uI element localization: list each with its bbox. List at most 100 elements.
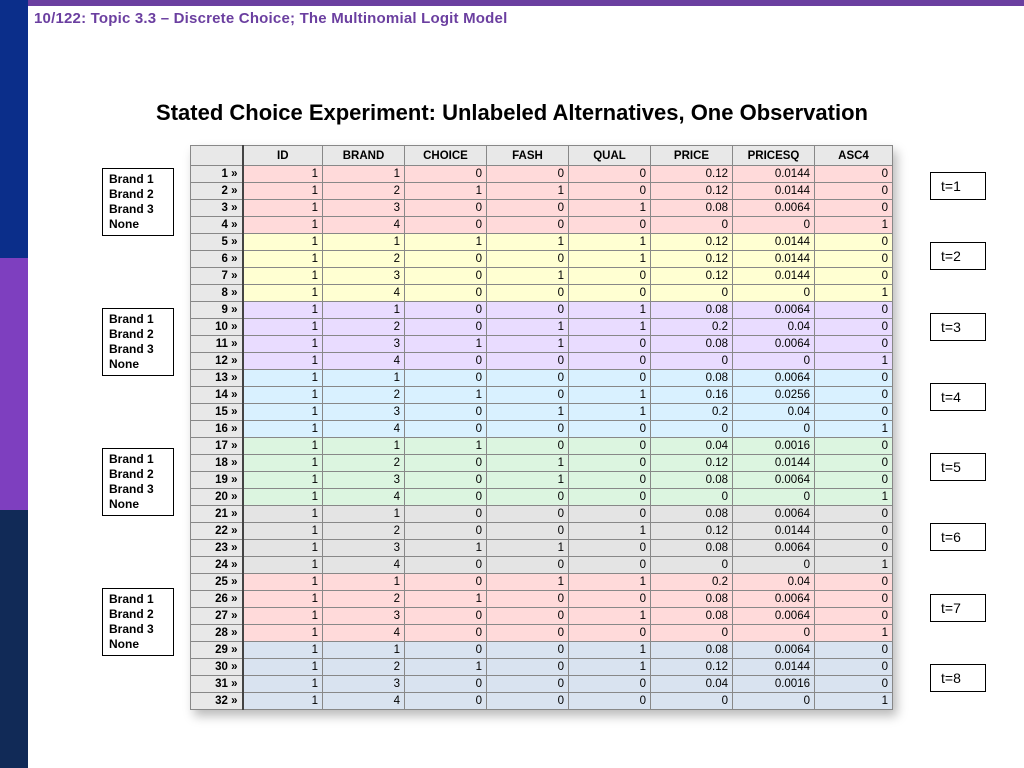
- cell-brand: 1: [323, 506, 405, 523]
- row-header: 30 »: [191, 659, 243, 676]
- cell-price: 0.08: [651, 591, 733, 608]
- table-row: 15 »130110.20.040: [191, 404, 893, 421]
- cell-qual: 1: [569, 642, 651, 659]
- cell-fash: 1: [487, 268, 569, 285]
- col-fash: FASH: [487, 146, 569, 166]
- cell-qual: 0: [569, 455, 651, 472]
- cell-fash: 0: [487, 251, 569, 268]
- table-row: 14 »121010.160.02560: [191, 387, 893, 404]
- table-row: 18 »120100.120.01440: [191, 455, 893, 472]
- cell-choice: 0: [405, 302, 487, 319]
- cell-price: 0.08: [651, 642, 733, 659]
- cell-price: 0: [651, 353, 733, 370]
- cell-price: 0.2: [651, 574, 733, 591]
- cell-asc4: 1: [815, 557, 893, 574]
- cell-id: 1: [243, 455, 323, 472]
- row-header: 25 »: [191, 574, 243, 591]
- cell-fash: 0: [487, 302, 569, 319]
- cell-qual: 0: [569, 183, 651, 200]
- table-row: 7 »130100.120.01440: [191, 268, 893, 285]
- cell-brand: 2: [323, 659, 405, 676]
- cell-choice: 0: [405, 557, 487, 574]
- table-row: 11 »131100.080.00640: [191, 336, 893, 353]
- cell-asc4: 0: [815, 319, 893, 336]
- cell-id: 1: [243, 523, 323, 540]
- col-qual: QUAL: [569, 146, 651, 166]
- cell-qual: 0: [569, 676, 651, 693]
- cell-asc4: 1: [815, 421, 893, 438]
- row-header: 20 »: [191, 489, 243, 506]
- cell-choice: 0: [405, 166, 487, 183]
- cell-fash: 1: [487, 574, 569, 591]
- table-row: 8 »14000001: [191, 285, 893, 302]
- cell-brand: 1: [323, 234, 405, 251]
- brand-label: None: [109, 357, 167, 372]
- table-row: 19 »130100.080.00640: [191, 472, 893, 489]
- cell-asc4: 0: [815, 234, 893, 251]
- cell-price: 0.04: [651, 438, 733, 455]
- cell-pricesq: 0: [733, 625, 815, 642]
- cell-price: 0.12: [651, 268, 733, 285]
- cell-pricesq: 0.0144: [733, 523, 815, 540]
- brand-label: Brand 3: [109, 202, 167, 217]
- cell-pricesq: 0: [733, 217, 815, 234]
- cell-asc4: 1: [815, 625, 893, 642]
- cell-asc4: 0: [815, 251, 893, 268]
- row-header: 9 »: [191, 302, 243, 319]
- cell-asc4: 0: [815, 472, 893, 489]
- cell-pricesq: 0.0064: [733, 336, 815, 353]
- cell-id: 1: [243, 251, 323, 268]
- cell-pricesq: 0.0144: [733, 251, 815, 268]
- cell-id: 1: [243, 557, 323, 574]
- table-header-row: ID BRAND CHOICE FASH QUAL PRICE PRICESQ …: [191, 146, 893, 166]
- cell-pricesq: 0.0064: [733, 608, 815, 625]
- cell-choice: 0: [405, 319, 487, 336]
- table-row: 1 »110000.120.01440: [191, 166, 893, 183]
- cell-choice: 1: [405, 336, 487, 353]
- cell-fash: 0: [487, 421, 569, 438]
- brand-label: None: [109, 637, 167, 652]
- row-header: 24 »: [191, 557, 243, 574]
- cell-qual: 1: [569, 523, 651, 540]
- cell-qual: 0: [569, 285, 651, 302]
- cell-price: 0: [651, 285, 733, 302]
- cell-price: 0.12: [651, 251, 733, 268]
- cell-brand: 1: [323, 574, 405, 591]
- table-row: 29 »110010.080.00640: [191, 642, 893, 659]
- table-row: 3 »130010.080.00640: [191, 200, 893, 217]
- t-label-8: t=8: [930, 664, 986, 692]
- cell-qual: 0: [569, 557, 651, 574]
- cell-asc4: 0: [815, 200, 893, 217]
- cell-fash: 0: [487, 285, 569, 302]
- cell-asc4: 0: [815, 591, 893, 608]
- table-row: 20 »14000001: [191, 489, 893, 506]
- cell-qual: 0: [569, 336, 651, 353]
- cell-choice: 0: [405, 523, 487, 540]
- cell-qual: 0: [569, 353, 651, 370]
- cell-choice: 1: [405, 438, 487, 455]
- table-row: 22 »120010.120.01440: [191, 523, 893, 540]
- cell-id: 1: [243, 676, 323, 693]
- cell-price: 0.12: [651, 455, 733, 472]
- cell-fash: 0: [487, 166, 569, 183]
- table-row: 31 »130000.040.00160: [191, 676, 893, 693]
- cell-id: 1: [243, 438, 323, 455]
- cell-fash: 1: [487, 234, 569, 251]
- cell-price: 0.12: [651, 523, 733, 540]
- cell-choice: 0: [405, 421, 487, 438]
- data-table-wrap: ID BRAND CHOICE FASH QUAL PRICE PRICESQ …: [190, 145, 893, 710]
- cell-fash: 0: [487, 387, 569, 404]
- cell-id: 1: [243, 268, 323, 285]
- brand-label: Brand 3: [109, 342, 167, 357]
- cell-qual: 0: [569, 217, 651, 234]
- cell-qual: 0: [569, 438, 651, 455]
- corner-cell: [191, 146, 243, 166]
- cell-choice: 0: [405, 268, 487, 285]
- data-table: ID BRAND CHOICE FASH QUAL PRICE PRICESQ …: [190, 145, 893, 710]
- cell-brand: 4: [323, 217, 405, 234]
- row-header: 13 »: [191, 370, 243, 387]
- cell-brand: 4: [323, 421, 405, 438]
- cell-id: 1: [243, 370, 323, 387]
- cell-fash: 0: [487, 557, 569, 574]
- cell-price: 0: [651, 421, 733, 438]
